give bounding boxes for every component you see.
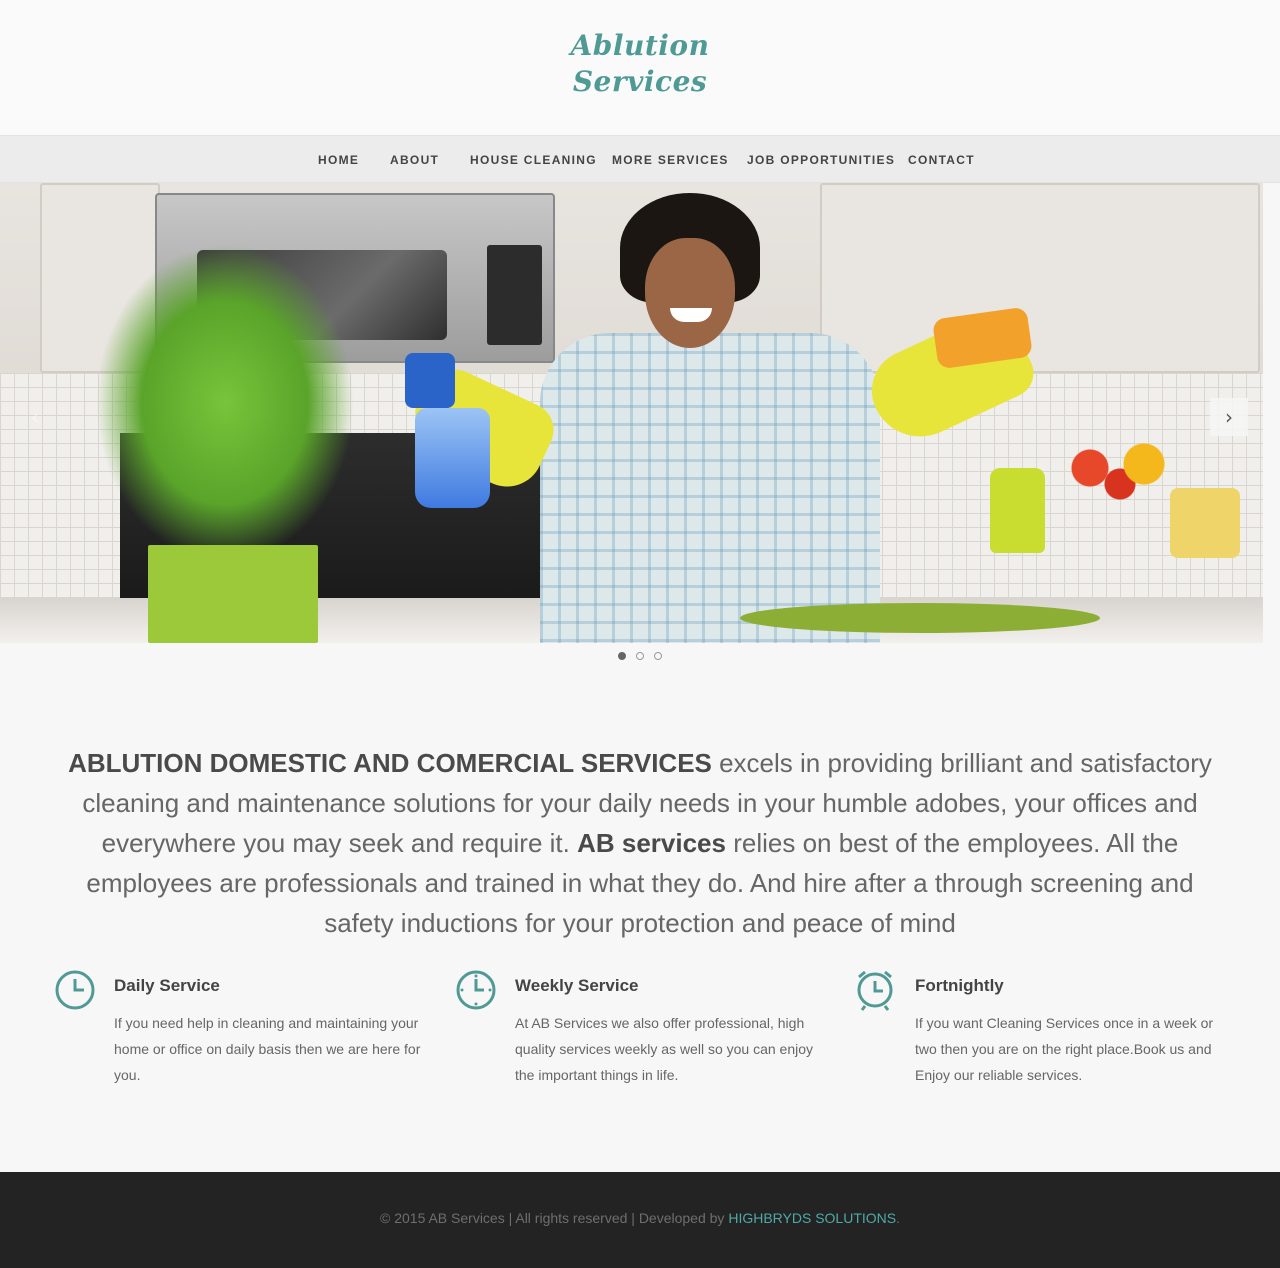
soap-bottle-image: [990, 468, 1045, 553]
feature-title: Daily Service: [114, 976, 220, 995]
plant-pot-image: [148, 545, 318, 643]
plant-image: [95, 243, 355, 563]
alarm-clock-icon: [857, 970, 893, 1011]
microwave-panel: [487, 245, 542, 345]
upper-cabinet: [820, 183, 1260, 373]
feature-title: Weekly Service: [515, 976, 639, 995]
nav-item-job-opportunities[interactable]: JOB OPPORTUNITIES: [747, 136, 895, 184]
green-mat: [740, 603, 1100, 633]
feature-weekly: Weekly Service At AB Services we also of…: [455, 968, 835, 1098]
slider-dots: [615, 652, 665, 664]
spray-bottle-head: [405, 353, 455, 408]
feature-text: If you want Cleaning Services once in a …: [915, 1015, 1214, 1083]
feature-title: Fortnightly: [915, 976, 1004, 995]
site-footer: © 2015 AB Services | All rights reserved…: [0, 1172, 1280, 1268]
jar-image: [1170, 488, 1240, 558]
spray-bottle: [415, 408, 490, 508]
person-shirt: [540, 333, 880, 643]
company-name: ABLUTION DOMESTIC AND COMERCIAL SERVICES: [68, 748, 712, 778]
clock-icon: [55, 970, 95, 1010]
nav-item-home[interactable]: HOME: [318, 136, 359, 184]
nav-item-more-services[interactable]: MORE SERVICES: [612, 136, 729, 184]
intro-paragraph: ABLUTION DOMESTIC AND COMERCIAL SERVICES…: [55, 743, 1225, 943]
person-face: [645, 238, 735, 348]
chevron-right-icon[interactable]: ›: [1210, 398, 1248, 436]
footer-copyright-text: © 2015 AB Services | All rights reserved…: [380, 1210, 729, 1226]
feature-daily: Daily Service If you need help in cleani…: [54, 968, 434, 1098]
nav-item-contact[interactable]: CONTACT: [908, 136, 975, 184]
flowers-image: [1060, 428, 1180, 508]
logo-line-1: Ablution: [570, 29, 710, 62]
site-logo[interactable]: Ablution Services: [540, 28, 740, 100]
nav-item-about[interactable]: ABOUT: [390, 136, 439, 184]
nav-item-house-cleaning[interactable]: HOUSE CLEANING: [470, 136, 597, 184]
main-navigation: HOME ABOUT HOUSE CLEANING MORE SERVICES …: [0, 135, 1280, 183]
site-header: Ablution Services: [0, 0, 1280, 135]
slider-dot-3[interactable]: [654, 652, 662, 660]
slider-dot-2[interactable]: [636, 652, 644, 660]
feature-fortnightly: Fortnightly If you want Cleaning Service…: [855, 968, 1235, 1098]
clock-dotted-icon: [456, 970, 496, 1010]
hero-slider: [0, 183, 1263, 643]
feature-text: If you need help in cleaning and maintai…: [114, 1015, 421, 1083]
footer-copyright: © 2015 AB Services | All rights reserved…: [0, 1210, 1280, 1226]
footer-developer-link[interactable]: HIGHBRYDS SOLUTIONS: [728, 1210, 896, 1226]
slider-dot-1[interactable]: [618, 652, 626, 660]
feature-text: At AB Services we also offer professiona…: [515, 1015, 814, 1083]
footer-suffix: .: [896, 1210, 900, 1226]
brand-name: AB services: [577, 828, 726, 858]
chevron-left-icon[interactable]: ‹: [16, 398, 54, 436]
logo-line-2: Services: [572, 65, 708, 98]
